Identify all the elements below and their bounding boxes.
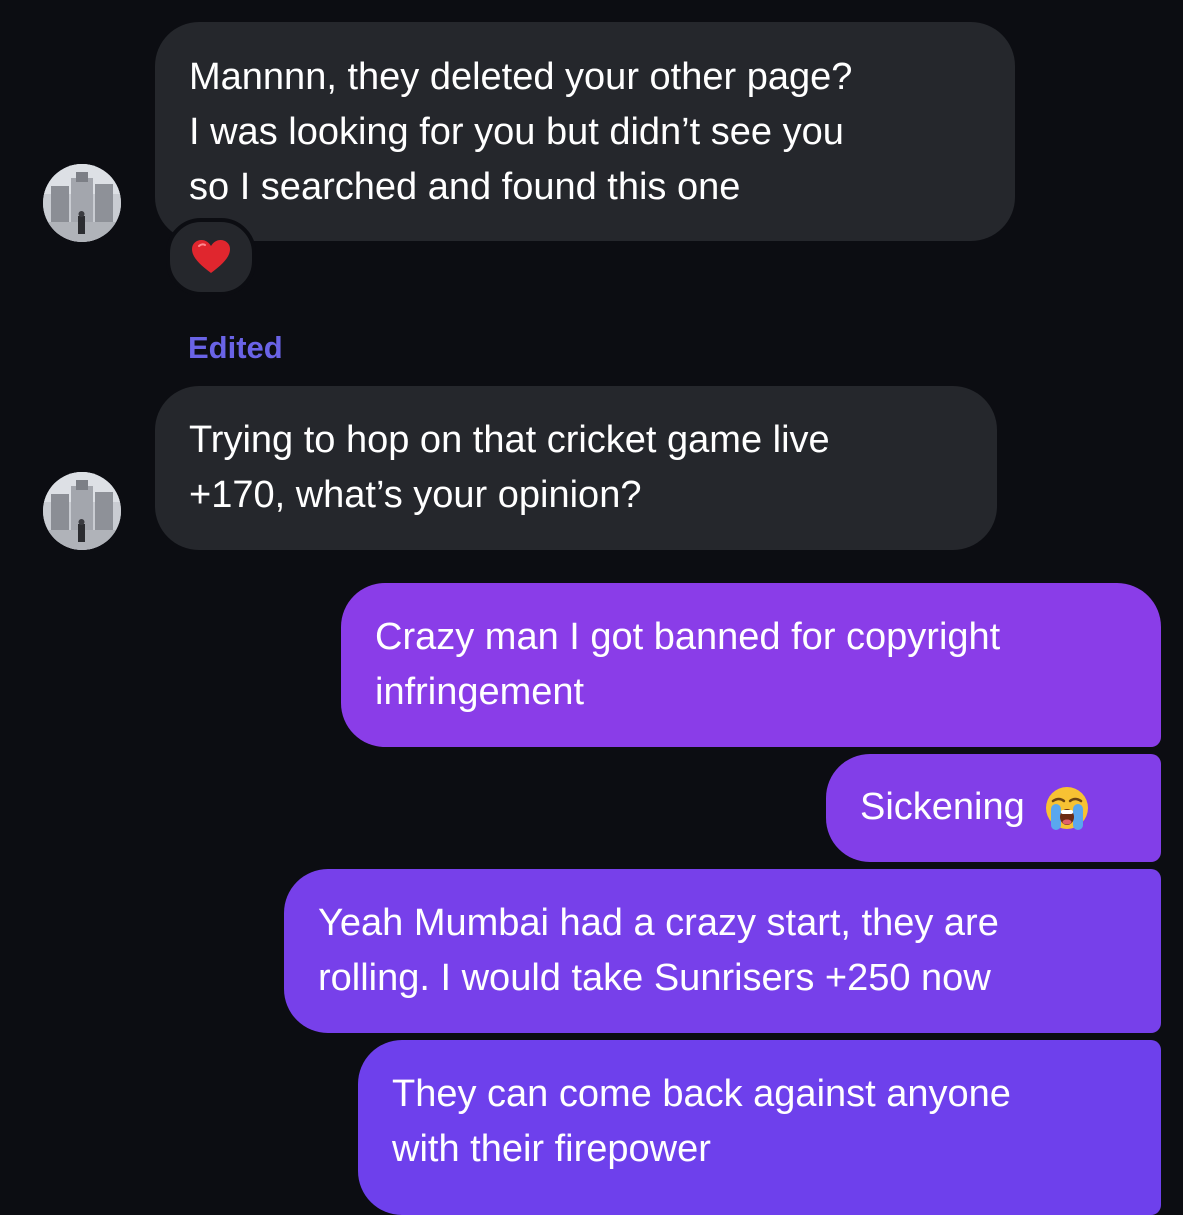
message-text: Mannnn, they deleted your other page? [189,56,853,98]
loudly-crying-face-icon [1043,784,1091,832]
message-reaction[interactable] [166,218,256,296]
message-text: +170, what’s your opinion? [189,474,642,516]
message-text: I was looking for you but didn’t see you [189,111,844,153]
message-text: They can come back against anyone [392,1073,1011,1115]
avatar-photo [43,164,121,242]
incoming-message[interactable]: Trying to hop on that cricket game live … [155,386,997,550]
message-text: Sickening [860,786,1025,828]
red-heart-icon [192,240,230,273]
outgoing-message[interactable]: Crazy man I got banned for copyright inf… [341,583,1161,747]
message-text: Trying to hop on that cricket game live [189,419,830,461]
message-text: rolling. I would take Sunrisers +250 now [318,957,991,999]
message-text: Crazy man I got banned for copyright [375,616,1001,658]
message-text: Yeah Mumbai had a crazy start, they are [318,902,999,944]
message-text: with their firepower [392,1128,711,1170]
incoming-message[interactable]: Mannnn, they deleted your other page? I … [155,22,1015,241]
outgoing-message[interactable]: Yeah Mumbai had a crazy start, they are … [284,869,1161,1033]
contact-avatar[interactable] [43,164,121,242]
edited-label: Edited [188,330,283,365]
avatar-photo [43,472,121,550]
message-text: infringement [375,671,585,713]
message-text: so I searched and found this one [189,166,741,208]
contact-avatar[interactable] [43,472,121,550]
outgoing-message[interactable]: Sickening [826,754,1161,862]
outgoing-message[interactable]: They can come back against anyone with t… [358,1040,1161,1215]
